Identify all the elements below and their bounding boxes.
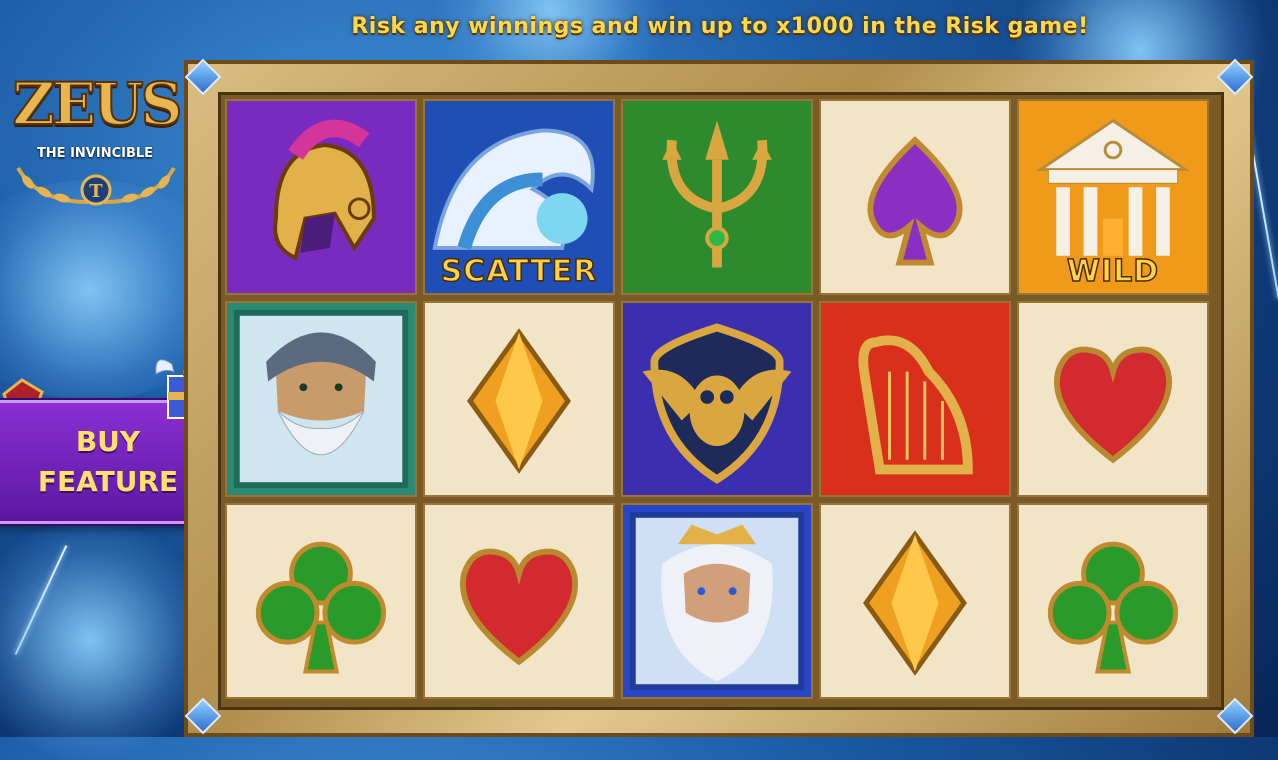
promo-banner: Risk any winnings and win up to x1000 in…	[351, 14, 1089, 39]
zeus-elder-icon	[233, 309, 409, 489]
reel-cell-heart	[1017, 301, 1209, 497]
reel-cell-wild: WILD	[1017, 99, 1209, 295]
spade-icon	[867, 136, 963, 266]
owl-shield-icon	[642, 323, 792, 484]
symbol-label-wild: WILD	[1066, 253, 1160, 290]
club-icon	[255, 541, 387, 674]
trident-icon	[662, 120, 772, 268]
zeus-crowned-icon	[629, 511, 805, 691]
reel-cell-heart	[423, 503, 615, 699]
game-logo: ZEUS THE INVINCIBLE T	[0, 68, 192, 213]
laurel-wreath-icon: T	[16, 166, 176, 206]
club-icon	[1047, 541, 1179, 674]
diamond-icon	[863, 530, 967, 676]
frame-corner-gem	[184, 697, 222, 735]
diamond-icon	[467, 328, 571, 474]
harp-icon	[858, 335, 973, 475]
heart-icon	[1054, 346, 1172, 464]
helmet-icon	[273, 119, 376, 261]
heart-icon	[460, 548, 578, 666]
reel-frame: SCATTER WILD	[184, 58, 1254, 737]
reel-cell-owl-shield	[621, 301, 813, 497]
reel-cell-trident	[621, 99, 813, 295]
frame-corner-gem	[184, 58, 222, 96]
reel-cell-harp	[819, 301, 1011, 497]
reel-cell-helmet	[225, 99, 417, 295]
symbol-label-scatter: SCATTER	[440, 253, 598, 290]
logo-title: ZEUS	[11, 69, 183, 139]
frame-corner-gem	[1216, 58, 1254, 96]
reel-cell-spade	[819, 99, 1011, 295]
reel-cell-zeus-elder	[225, 301, 417, 497]
reel-cell-zeus-crowned	[621, 503, 813, 699]
svg-text:T: T	[89, 181, 103, 202]
logo-subtitle: THE INVINCIBLE	[36, 146, 154, 161]
reel-cell-diamond	[423, 301, 615, 497]
buy-feature-label: BUY FEATURE	[37, 425, 179, 498]
reel-cell-club	[225, 503, 417, 699]
reel-cell-scatter: SCATTER	[423, 99, 615, 295]
reel-grid-area: SCATTER WILD	[218, 92, 1224, 710]
reel-cell-club	[1017, 503, 1209, 699]
reel-cell-diamond	[819, 503, 1011, 699]
reel-grid: SCATTER WILD	[221, 95, 1221, 707]
